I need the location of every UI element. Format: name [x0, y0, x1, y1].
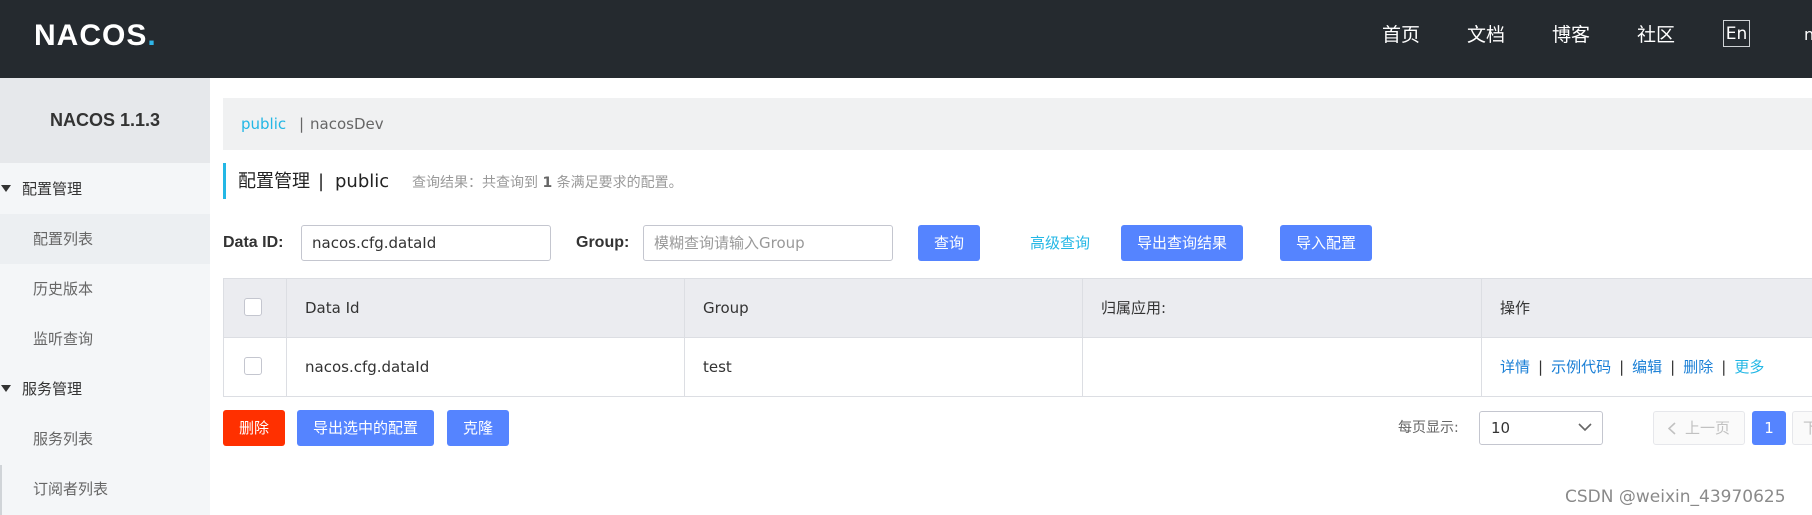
- title-separator: |: [318, 171, 325, 192]
- select-all-checkbox[interactable]: [244, 298, 262, 316]
- nacos-logo[interactable]: NACOS.: [34, 17, 157, 55]
- sidebar-scroll-indicator: [0, 465, 2, 515]
- sample-code-link[interactable]: 示例代码: [1551, 358, 1611, 376]
- page-size-select[interactable]: 10: [1479, 411, 1603, 445]
- export-query-results-button[interactable]: 导出查询结果: [1121, 225, 1243, 261]
- next-page-button[interactable]: 下: [1792, 411, 1812, 445]
- sidebar-item-history[interactable]: 历史版本: [0, 264, 210, 314]
- op-separator: |: [1670, 358, 1676, 376]
- sidebar-group-service-management[interactable]: 服务管理: [0, 364, 210, 414]
- advanced-query-link[interactable]: 高级查询: [1030, 233, 1090, 253]
- op-separator: |: [1721, 358, 1727, 376]
- sidebar-group-label: 服务管理: [22, 380, 83, 398]
- cell-group: test: [685, 338, 1083, 396]
- row-select-cell: [224, 338, 287, 396]
- query-prefix: 查询结果：共查询到: [412, 175, 538, 191]
- page-title: 配置管理: [238, 171, 310, 192]
- sidebar: NACOS 1.1.3 配置管理 配置列表 历史版本 监听查询 服务管理 服务列…: [0, 78, 210, 515]
- caret-down-icon: [1, 385, 11, 392]
- operation-links: 详情 | 示例代码 | 编辑 | 删除 | 更多: [1500, 338, 1764, 396]
- query-count: 1: [542, 175, 553, 191]
- column-header-label: 归属应用:: [1101, 299, 1167, 317]
- sidebar-item-label: 服务列表: [33, 430, 94, 448]
- column-header-data-id[interactable]: Data Id: [287, 279, 685, 337]
- nav-docs[interactable]: 文档: [1467, 22, 1505, 48]
- table-row: nacos.cfg.dataId test 详情 | 示例代码 | 编辑 | 删除 | 更多: [224, 338, 1812, 397]
- nav-blog[interactable]: 博客: [1552, 22, 1590, 48]
- query-suffix: 条满足要求的配置。: [556, 175, 683, 191]
- chevron-left-icon: [1668, 422, 1676, 435]
- prev-page-button[interactable]: 上一页: [1653, 411, 1745, 445]
- group-label: Group:: [576, 234, 630, 251]
- column-header-label: 操作: [1500, 299, 1531, 317]
- import-config-button[interactable]: 导入配置: [1280, 225, 1372, 261]
- sidebar-item-subscriber-list[interactable]: 订阅者列表: [0, 464, 210, 514]
- sidebar-item-listener-query[interactable]: 监听查询: [0, 314, 210, 364]
- cell-app: [1083, 338, 1482, 396]
- namespace-separator: |: [299, 115, 305, 133]
- edit-link[interactable]: 编辑: [1632, 358, 1662, 376]
- column-header-group[interactable]: Group: [685, 279, 1083, 337]
- column-header-operations: 操作: [1482, 279, 1812, 337]
- sidebar-group-label: 配置管理: [22, 180, 83, 198]
- group-value: test: [703, 358, 732, 376]
- group-input[interactable]: [643, 225, 893, 261]
- namespace-nacosdev[interactable]: nacosDev: [310, 98, 384, 150]
- language-toggle-button[interactable]: En: [1723, 20, 1750, 47]
- column-header-app[interactable]: 归属应用:: [1083, 279, 1482, 337]
- row-checkbox[interactable]: [244, 357, 262, 375]
- detail-link[interactable]: 详情: [1500, 358, 1530, 376]
- page-1-button[interactable]: 1: [1752, 411, 1786, 445]
- sidebar-item-label: 配置列表: [33, 230, 94, 248]
- title-namespace: public: [335, 171, 390, 192]
- logo-dot: .: [147, 19, 157, 52]
- chevron-down-icon: [1578, 423, 1592, 432]
- prev-page-label: 上一页: [1685, 419, 1731, 437]
- header-select-cell: [224, 279, 287, 337]
- sidebar-group-config-management[interactable]: 配置管理: [0, 164, 210, 214]
- watermark-text: CSDN @weixin_43970625: [1565, 487, 1786, 507]
- top-navigation-bar: NACOS. 首页 文档 博客 社区 En n: [0, 0, 1812, 78]
- nav-home[interactable]: 首页: [1382, 22, 1420, 48]
- data-id-label: Data ID:: [223, 234, 284, 251]
- page-size-value: 10: [1491, 419, 1511, 437]
- logo-text: NACOS: [34, 19, 148, 52]
- export-selected-button[interactable]: 导出选中的配置: [297, 410, 434, 446]
- cell-data-id: nacos.cfg.dataId: [287, 338, 685, 396]
- op-separator: |: [1619, 358, 1625, 376]
- sidebar-item-label: 订阅者列表: [33, 480, 109, 498]
- namespace-bar: public | nacosDev: [223, 98, 1812, 150]
- page-size-label: 每页显示:: [1398, 420, 1459, 436]
- column-header-label: Group: [703, 299, 749, 317]
- column-header-label: Data Id: [305, 299, 360, 317]
- query-result-summary: 查询结果：共查询到 1 条满足要求的配置。: [412, 173, 683, 193]
- sidebar-item-service-list[interactable]: 服务列表: [0, 414, 210, 464]
- nav-community[interactable]: 社区: [1637, 22, 1675, 48]
- query-button[interactable]: 查询: [918, 225, 980, 261]
- sidebar-item-config-list[interactable]: 配置列表: [0, 214, 210, 264]
- config-table: Data Id Group 归属应用: 操作 nacos.cfg.dataId …: [223, 278, 1812, 397]
- sidebar-version-title: NACOS 1.1.3: [0, 78, 210, 163]
- more-link[interactable]: 更多: [1734, 358, 1764, 376]
- delete-link[interactable]: 删除: [1683, 358, 1713, 376]
- data-id-value: nacos.cfg.dataId: [305, 358, 430, 376]
- op-separator: |: [1538, 358, 1544, 376]
- caret-down-icon: [1, 185, 11, 192]
- title-accent-bar: [223, 163, 226, 199]
- sidebar-item-label: 监听查询: [33, 330, 94, 348]
- table-header: Data Id Group 归属应用: 操作: [224, 279, 1812, 338]
- sidebar-item-label: 历史版本: [33, 280, 94, 298]
- namespace-public[interactable]: public: [241, 98, 286, 150]
- delete-button[interactable]: 删除: [223, 410, 285, 446]
- nav-overflow-text[interactable]: n: [1804, 25, 1812, 44]
- clone-button[interactable]: 克隆: [447, 410, 509, 446]
- data-id-input[interactable]: [301, 225, 551, 261]
- cell-operations: 详情 | 示例代码 | 编辑 | 删除 | 更多: [1482, 338, 1812, 396]
